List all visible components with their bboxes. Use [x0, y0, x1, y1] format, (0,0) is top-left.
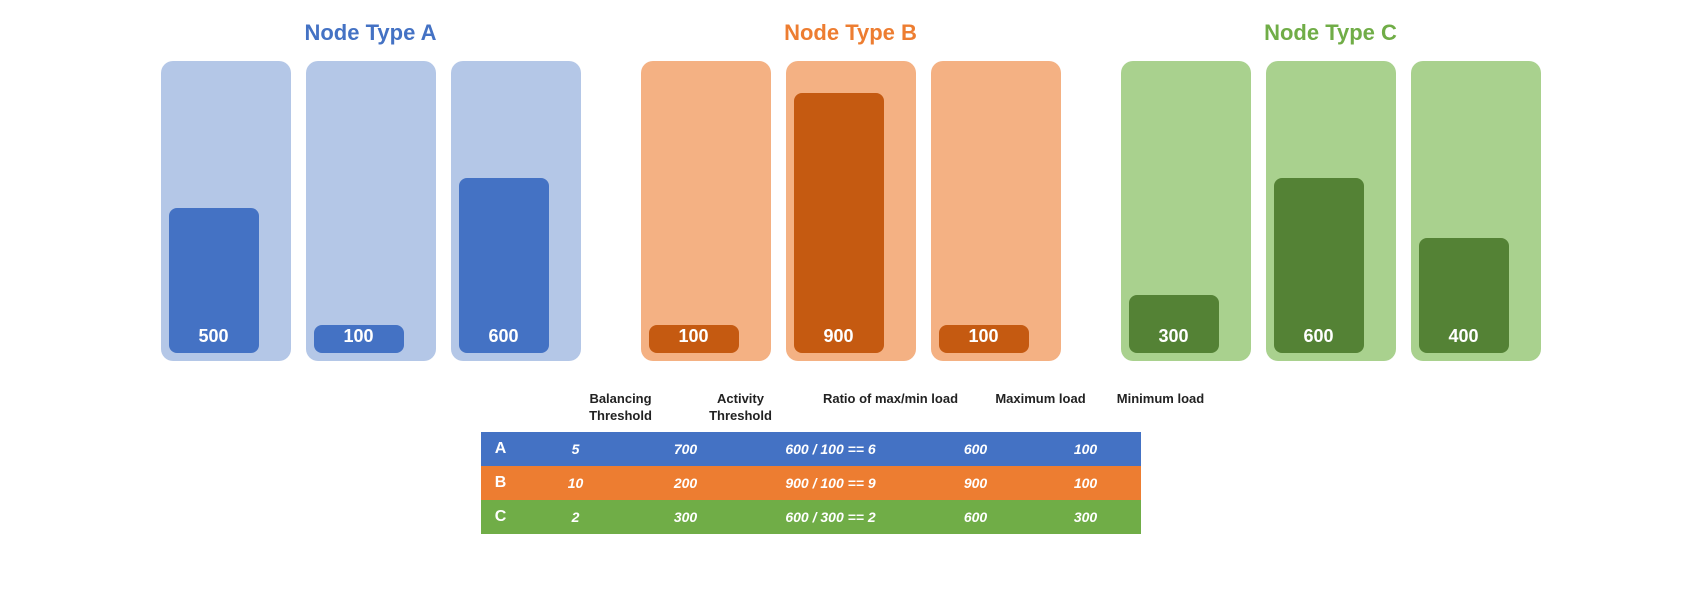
bar-label-green-2: 400	[1448, 326, 1478, 347]
header-minLoad: Minimum load	[1101, 391, 1221, 430]
data-table: A5700600 / 100 == 6600100B10200900 / 100…	[481, 432, 1141, 534]
bar-outer-green-1: 600	[1266, 61, 1396, 361]
bar-inner-orange-0: 100	[649, 325, 739, 353]
bar-label-orange-1: 900	[823, 326, 853, 347]
bar-inner-orange-2: 100	[939, 325, 1029, 353]
bar-label-green-1: 600	[1303, 326, 1333, 347]
A-balancing-val: 5	[521, 432, 631, 466]
node-group-green: Node Type C 300 600 400	[1121, 20, 1541, 361]
bar-inner-green-0: 300	[1129, 295, 1219, 353]
bar-inner-blue-1: 100	[314, 325, 404, 353]
bar-outer-green-2: 400	[1411, 61, 1541, 361]
node-group-orange: Node Type B 100 900 100	[641, 20, 1061, 361]
table-headers-row: Balancing ThresholdActivity ThresholdRat…	[481, 391, 1221, 430]
bar-label-blue-2: 600	[488, 326, 518, 347]
node-group-blue: Node Type A 500 100 600	[161, 20, 581, 361]
bar-label-orange-2: 100	[968, 326, 998, 347]
bar-outer-blue-2: 600	[451, 61, 581, 361]
chart-section: Node Type A500100600Node Type B100900100…	[0, 20, 1701, 361]
bar-inner-green-2: 400	[1419, 238, 1509, 353]
table-row-A: A5700600 / 100 == 6600100	[481, 432, 1141, 466]
bars-container-orange: 100 900 100	[641, 61, 1061, 361]
B-balancing-val: 10	[521, 466, 631, 500]
bar-outer-blue-0: 500	[161, 61, 291, 361]
bar-outer-orange-2: 100	[931, 61, 1061, 361]
bar-wrapper-blue-2: 600	[451, 61, 581, 361]
bar-wrapper-orange-0: 100	[641, 61, 771, 361]
bars-container-green: 300 600 400	[1121, 61, 1541, 361]
bar-wrapper-orange-1: 900	[786, 61, 916, 361]
table-section: Balancing ThresholdActivity ThresholdRat…	[0, 391, 1701, 554]
A-activity-val: 700	[631, 432, 741, 466]
bar-outer-green-0: 300	[1121, 61, 1251, 361]
bar-inner-blue-2: 600	[459, 178, 549, 353]
bars-container-blue: 500 100 600	[161, 61, 581, 361]
A-minload-val: 100	[1031, 432, 1141, 466]
node-group-title-blue: Node Type A	[304, 20, 436, 46]
C-maxload-val: 600	[921, 500, 1031, 534]
header-activity: Activity Threshold	[681, 391, 801, 430]
bar-wrapper-green-2: 400	[1411, 61, 1541, 361]
table-row-C: C2300600 / 300 == 2600300	[481, 500, 1141, 534]
bar-inner-green-1: 600	[1274, 178, 1364, 353]
bar-label-blue-1: 100	[343, 326, 373, 347]
B-maxload-val: 900	[921, 466, 1031, 500]
bar-label-orange-0: 100	[678, 326, 708, 347]
node-group-title-orange: Node Type B	[784, 20, 917, 46]
C-row-label: C	[481, 500, 521, 534]
A-ratio-val: 600 / 100 == 6	[741, 432, 921, 466]
table-container: Balancing ThresholdActivity ThresholdRat…	[481, 391, 1221, 534]
header-ratio: Ratio of max/min load	[801, 391, 981, 430]
node-group-title-green: Node Type C	[1264, 20, 1397, 46]
bar-wrapper-orange-2: 100	[931, 61, 1061, 361]
header-maxLoad: Maximum load	[981, 391, 1101, 430]
bar-label-blue-0: 500	[198, 326, 228, 347]
bar-wrapper-blue-1: 100	[306, 61, 436, 361]
C-ratio-val: 600 / 300 == 2	[741, 500, 921, 534]
C-balancing-val: 2	[521, 500, 631, 534]
bar-label-green-0: 300	[1158, 326, 1188, 347]
header-balancing: Balancing Threshold	[561, 391, 681, 430]
B-minload-val: 100	[1031, 466, 1141, 500]
bar-outer-orange-1: 900	[786, 61, 916, 361]
A-row-label: A	[481, 432, 521, 466]
main-container: Node Type A500100600Node Type B100900100…	[0, 0, 1701, 607]
C-minload-val: 300	[1031, 500, 1141, 534]
bar-wrapper-green-0: 300	[1121, 61, 1251, 361]
A-maxload-val: 600	[921, 432, 1031, 466]
bar-outer-orange-0: 100	[641, 61, 771, 361]
table-row-B: B10200900 / 100 == 9900100	[481, 466, 1141, 500]
bar-inner-orange-1: 900	[794, 93, 884, 353]
bar-inner-blue-0: 500	[169, 208, 259, 353]
B-ratio-val: 900 / 100 == 9	[741, 466, 921, 500]
bar-wrapper-blue-0: 500	[161, 61, 291, 361]
B-row-label: B	[481, 466, 521, 500]
bar-wrapper-green-1: 600	[1266, 61, 1396, 361]
bar-outer-blue-1: 100	[306, 61, 436, 361]
B-activity-val: 200	[631, 466, 741, 500]
C-activity-val: 300	[631, 500, 741, 534]
